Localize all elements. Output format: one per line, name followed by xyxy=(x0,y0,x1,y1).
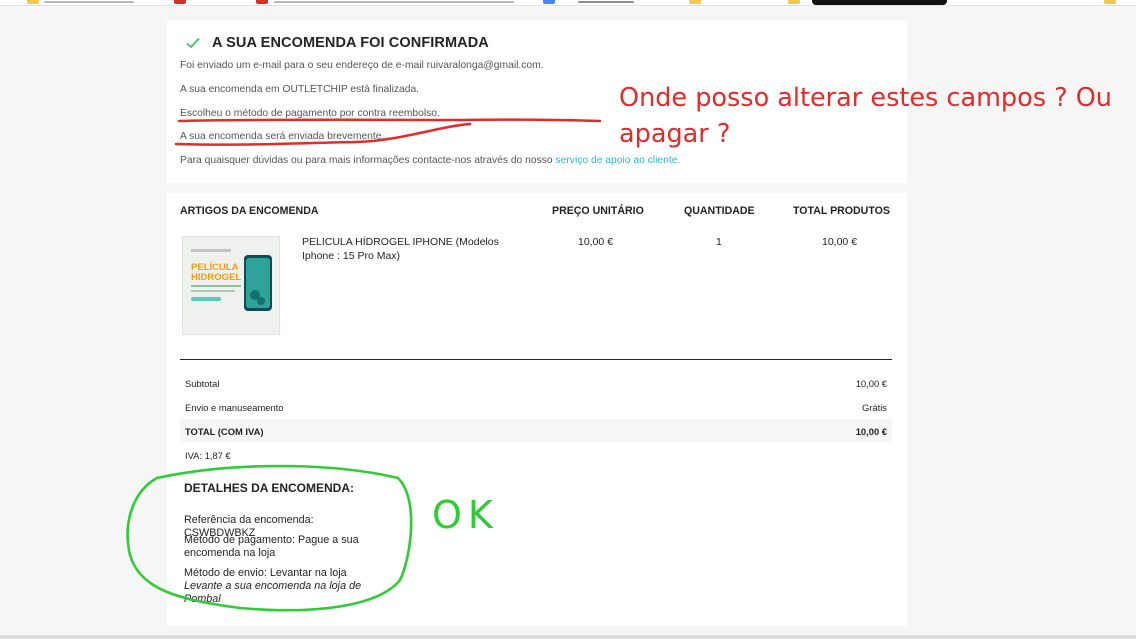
product-unit-price: 10,00 € xyxy=(578,236,614,248)
red-question-annotation: Onde posso alterar estes campos ? Ou apa… xyxy=(619,83,1112,149)
contact-text: Para quaisquer dúvidas ou para mais info… xyxy=(180,155,680,166)
total-value: 10,00 € xyxy=(855,426,887,437)
divider xyxy=(180,359,892,360)
total-label: TOTAL (COM IVA) xyxy=(185,426,264,437)
customer-service-link[interactable]: serviço de apoio ao cliente. xyxy=(556,155,681,166)
redacted-bookmark xyxy=(812,0,947,5)
iva-value: IVA: 1,87 € xyxy=(185,450,231,461)
bookmark-favicon[interactable] xyxy=(256,0,268,4)
header-unit-price: PREÇO UNITÁRIO xyxy=(552,205,644,217)
payment-method: Método de pagamento: Pague a sua encomen… xyxy=(184,534,359,559)
bookmark-label[interactable] xyxy=(578,1,634,3)
details-title: DETALHES DA ENCOMENDA: xyxy=(184,481,354,495)
shipping-label: Envio e manuseamento xyxy=(185,402,284,413)
order-items-card: ARTIGOS DA ENCOMENDA PREÇO UNITÁRIO QUAN… xyxy=(167,193,907,465)
contact-message: Para quaisquer dúvidas ou para mais info… xyxy=(180,155,553,166)
confirmation-title: A SUA ENCOMENDA FOI CONFIRMADA xyxy=(212,35,489,51)
product-total: 10,00 € xyxy=(822,236,858,248)
bookmark-favicon[interactable] xyxy=(27,0,39,4)
product-name[interactable]: PELICULA HÍDROGEL IPHONE (Modelos Iphone… xyxy=(302,235,522,263)
total-row: TOTAL (COM IVA) 10,00 € xyxy=(180,419,892,443)
shipping-note: Levante a sua encomenda na loja de Pomba… xyxy=(184,580,362,605)
header-quantity: QUANTIDADE xyxy=(684,205,755,217)
product-image[interactable]: PELÍCULA HIDROGEL xyxy=(182,236,280,335)
bottom-edge xyxy=(0,635,1136,639)
order-finalized-text: A sua encomenda em OUTLETCHIP está final… xyxy=(180,84,420,95)
bookmark-favicon[interactable] xyxy=(788,0,800,4)
bookmark-label[interactable] xyxy=(274,1,514,3)
check-icon xyxy=(186,37,200,49)
subtotal-row: Subtotal 10,00 € xyxy=(180,371,892,395)
product-quantity: 1 xyxy=(716,236,722,248)
confirmation-heading: A SUA ENCOMENDA FOI CONFIRMADA xyxy=(184,34,489,52)
subtotal-label: Subtotal xyxy=(185,378,220,389)
svg-text:HIDROGEL: HIDROGEL xyxy=(191,272,241,283)
shipping-method: Método de envio: Levantar na loja xyxy=(184,567,347,579)
order-details-card: DETALHES DA ENCOMENDA: Referência da enc… xyxy=(167,465,907,626)
shipping-row: Envio e manuseamento Grátis xyxy=(180,395,892,419)
shipping-soon-text: A sua encomenda será enviada brevemente. xyxy=(180,131,385,142)
bookmark-label[interactable] xyxy=(44,1,134,3)
bookmark-favicon[interactable] xyxy=(174,0,186,4)
header-total: TOTAL PRODUTOS xyxy=(793,205,890,217)
subtotal-value: 10,00 € xyxy=(855,378,887,389)
bookmark-favicon[interactable] xyxy=(689,0,701,4)
payment-method-text: Escolheu o método de pagamento por contr… xyxy=(180,108,440,119)
bookmark-favicon[interactable] xyxy=(543,0,555,4)
product-thumbnail: PELÍCULA HIDROGEL xyxy=(183,237,279,334)
header-items: ARTIGOS DA ENCOMENDA xyxy=(180,205,319,217)
shipping-value: Grátis xyxy=(861,402,887,413)
email-sent-text: Foi enviado um e-mail para o seu endereç… xyxy=(180,60,544,71)
bookmarks-bar xyxy=(0,0,1136,6)
bookmark-favicon[interactable] xyxy=(1104,0,1116,4)
